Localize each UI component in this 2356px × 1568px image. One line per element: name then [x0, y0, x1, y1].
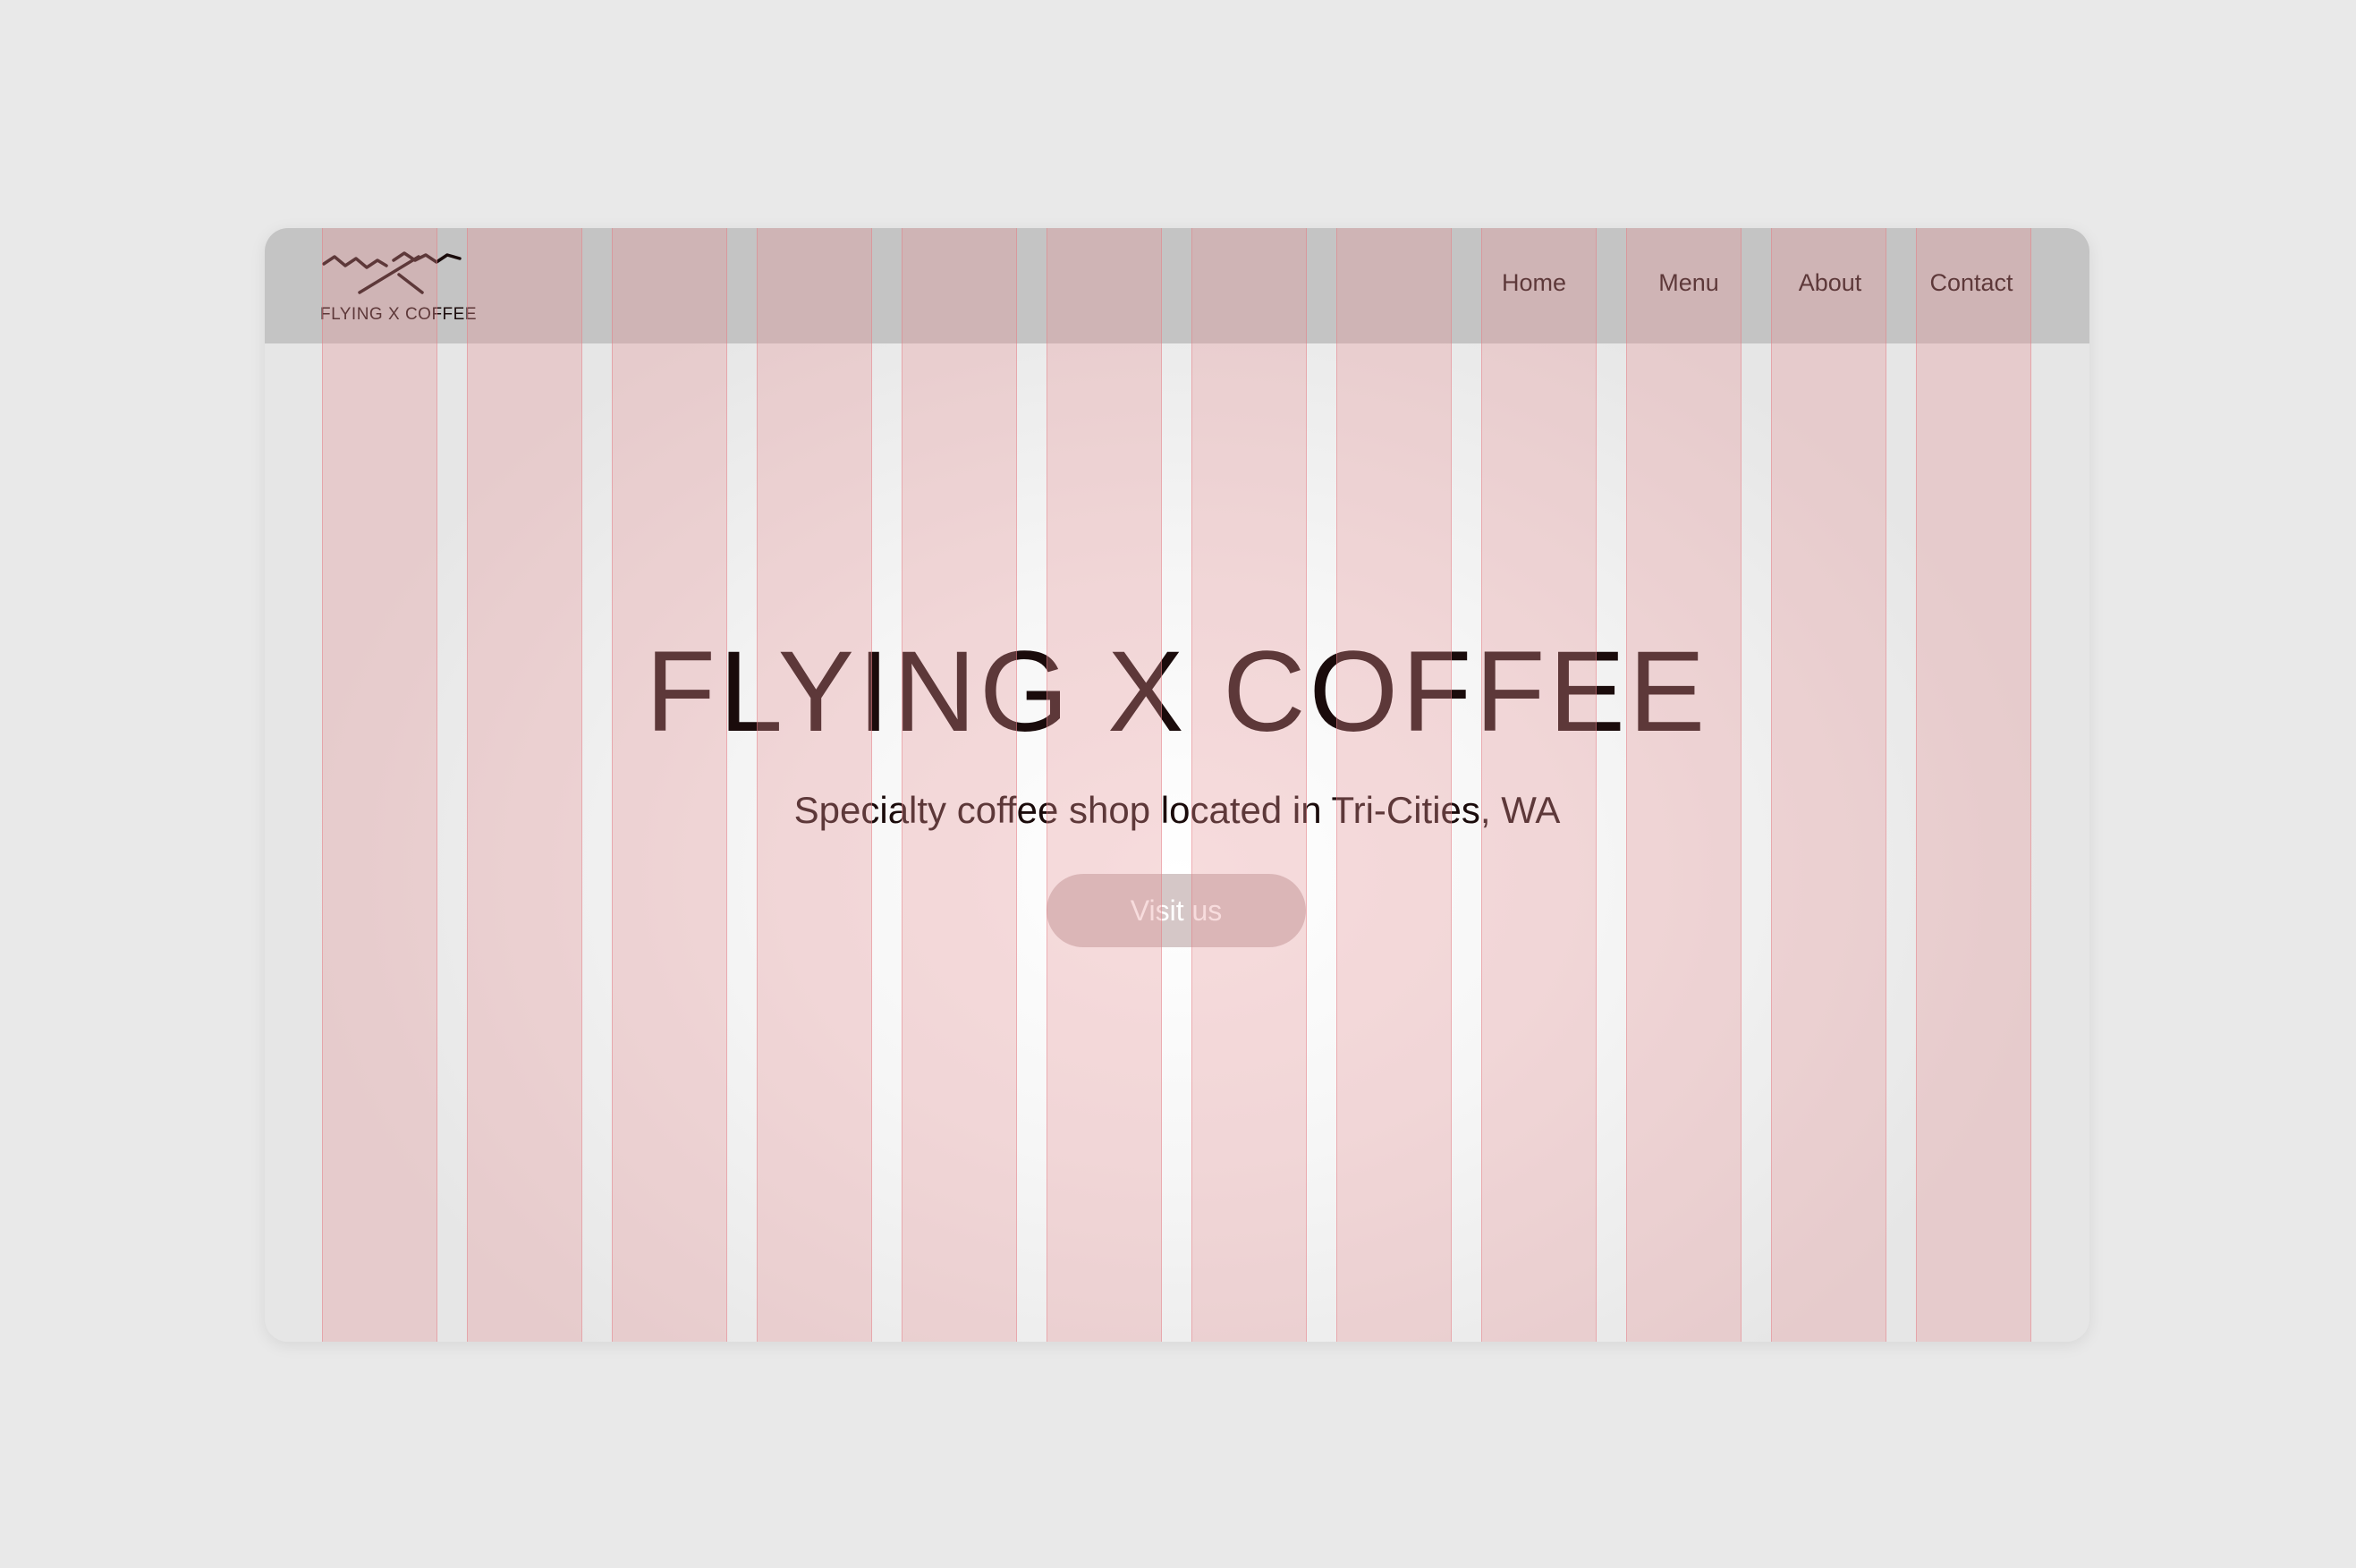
- grid-column: [1047, 228, 1162, 1342]
- grid-column: [757, 228, 872, 1342]
- website-mockup: FLYING X COFFEE Home Menu About Contact …: [265, 228, 2089, 1342]
- grid-column: [1626, 228, 1742, 1342]
- nav-item-contact[interactable]: Contact: [1929, 269, 2013, 297]
- nav-item-about[interactable]: About: [1799, 269, 1862, 297]
- grid-column: [612, 228, 727, 1342]
- grid-column: [322, 228, 437, 1342]
- visit-us-button[interactable]: Visit us: [1047, 874, 1306, 947]
- nav-menu: Home Menu About Contact: [265, 228, 2089, 343]
- hero-subtitle: Specialty coffee shop located in Tri-Cit…: [793, 789, 1561, 831]
- nav-item-menu[interactable]: Menu: [1658, 269, 1719, 297]
- nav-item-home[interactable]: Home: [1502, 269, 1566, 297]
- hero-title: FLYING X COFFEE: [645, 628, 1709, 756]
- grid-column: [1191, 228, 1307, 1342]
- screenshot-stage: FLYING X COFFEE Home Menu About Contact …: [0, 0, 2356, 1568]
- grid-column: [1336, 228, 1452, 1342]
- grid-column: [902, 228, 1017, 1342]
- grid-column: [467, 228, 582, 1342]
- grid-column: [1916, 228, 2031, 1342]
- grid-column: [1481, 228, 1597, 1342]
- grid-column: [1771, 228, 1886, 1342]
- navbar: FLYING X COFFEE Home Menu About Contact: [265, 228, 2089, 343]
- layout-grid-overlay: [265, 228, 2089, 1342]
